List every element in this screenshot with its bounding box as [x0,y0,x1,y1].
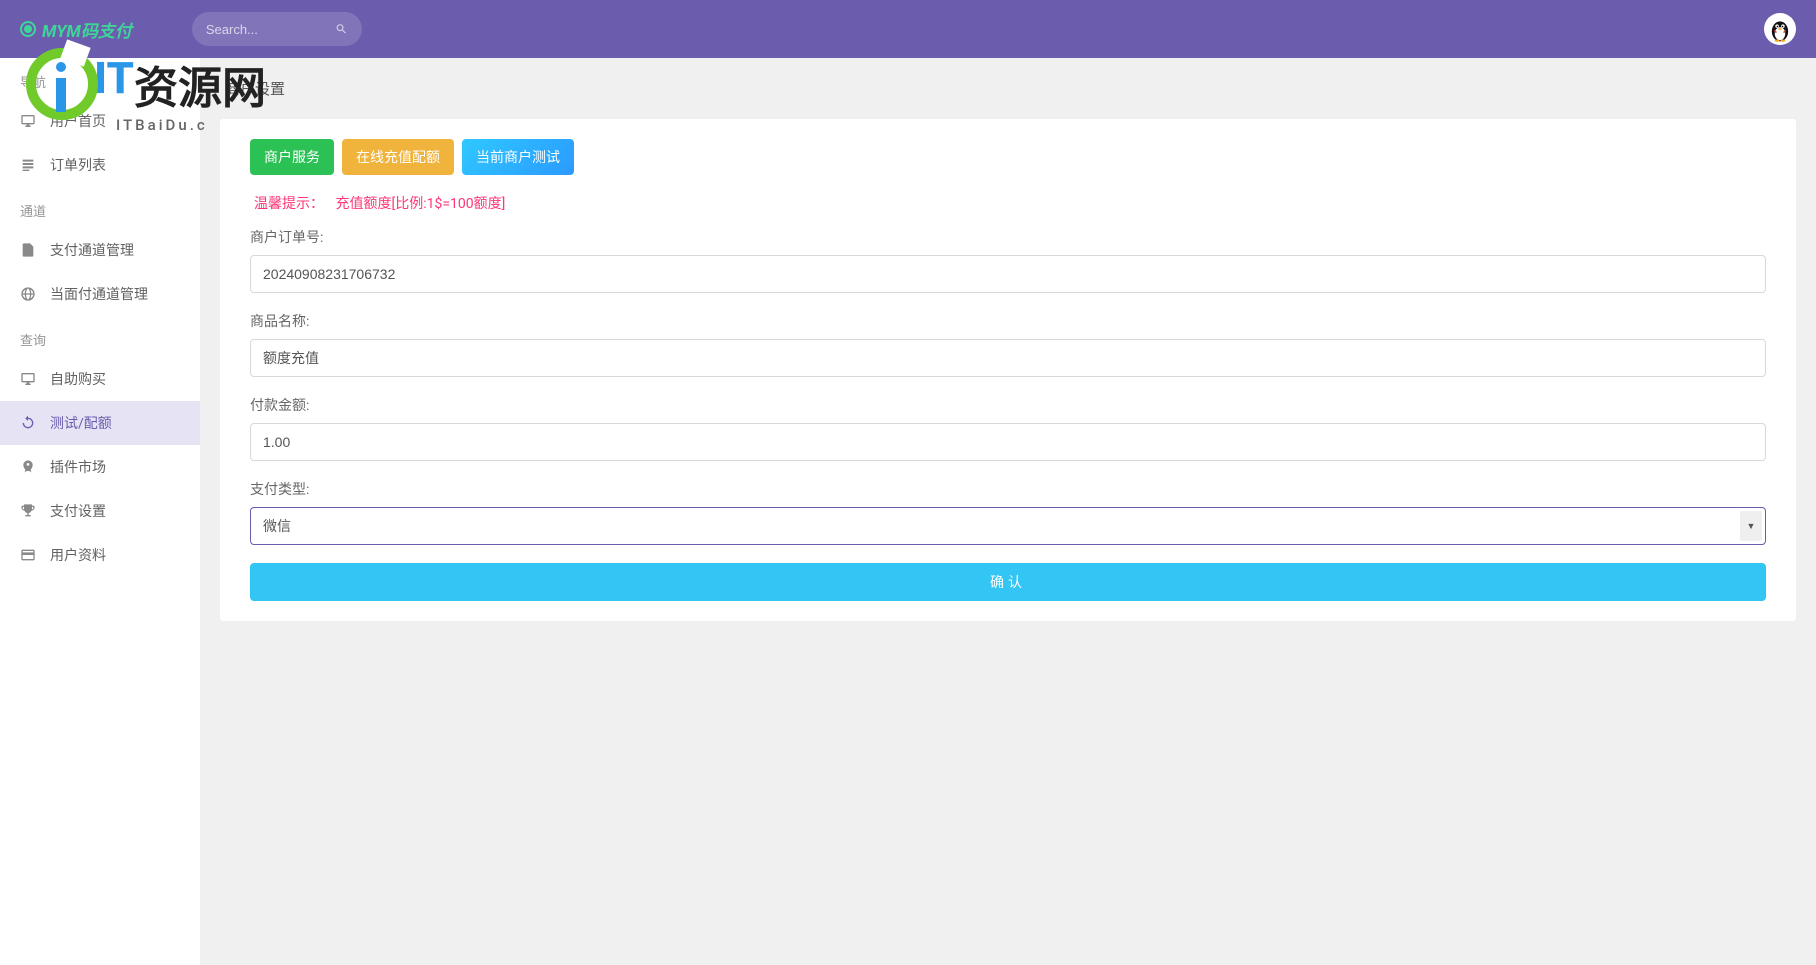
order-input[interactable] [250,255,1766,293]
sidebar-item-pay-channel[interactable]: 支付通道管理 [0,228,200,272]
top-header: MYM码支付 [0,0,1816,58]
amount-label: 付款金额: [250,395,1766,415]
sidebar-item-label: 支付通道管理 [50,240,134,260]
sidebar-item-user-profile[interactable]: 用户资料 [0,533,200,577]
main-content: 商户设置 商户服务 在线充值配额 当前商户测试 温馨提示： 充值额度[比例:1$… [200,58,1816,965]
sidebar-item-label: 插件市场 [50,457,106,477]
globe-icon [20,286,36,302]
tab-merchant-service[interactable]: 商户服务 [250,139,334,175]
amount-input[interactable] [250,423,1766,461]
paytype-select[interactable]: 微信 [250,507,1766,545]
product-label: 商品名称: [250,311,1766,331]
sidebar-item-label: 自助购买 [50,369,106,389]
tab-merchant-test[interactable]: 当前商户测试 [462,139,574,175]
doc-icon [20,242,36,258]
sidebar-item-label: 支付设置 [50,501,106,521]
sidebar-item-test-quota[interactable]: 测试/配额 [0,401,200,445]
sidebar-item-face-channel[interactable]: 当面付通道管理 [0,272,200,316]
brand-logo[interactable]: MYM码支付 [20,17,132,42]
sidebar-section-header: 查询 [0,316,200,357]
sidebar-item-pay-settings[interactable]: 支付设置 [0,489,200,533]
tabs: 商户服务 在线充值配额 当前商户测试 [250,139,1766,175]
hint-label: 温馨提示： [254,196,324,212]
sidebar-item-orders[interactable]: 订单列表 [0,143,200,187]
sidebar-item-self-buy[interactable]: 自助购买 [0,357,200,401]
product-input[interactable] [250,339,1766,377]
order-label: 商户订单号: [250,227,1766,247]
search-icon [335,22,348,36]
penguin-icon [1766,15,1794,43]
list-icon [20,157,36,173]
card: 商户服务 在线充值配额 当前商户测试 温馨提示： 充值额度[比例:1$=100额… [220,119,1796,621]
avatar[interactable] [1764,13,1796,45]
refresh-icon [20,415,36,431]
hint-text: 充值额度[比例:1$=100额度] [335,196,505,212]
paytype-label: 支付类型: [250,479,1766,499]
trophy-icon [20,503,36,519]
sidebar-item-label: 用户资料 [50,545,106,565]
sidebar-item-home[interactable]: 用户首页 [0,99,200,143]
brand-icon [20,21,36,37]
submit-button[interactable]: 确认 [250,563,1766,601]
hint-row: 温馨提示： 充值额度[比例:1$=100额度] [250,185,1766,227]
sidebar-section-header: 导航 [0,58,200,99]
page-title: 商户设置 [225,78,1796,99]
sidebar-item-label: 订单列表 [50,155,106,175]
sidebar: 导航用户首页订单列表通道支付通道管理当面付通道管理查询自助购买测试/配额插件市场… [0,58,200,965]
sidebar-item-label: 当面付通道管理 [50,284,148,304]
card-icon [20,547,36,563]
monitor-icon [20,371,36,387]
rocket-icon [20,459,36,475]
monitor-icon [20,113,36,129]
sidebar-item-label: 用户首页 [50,111,106,131]
sidebar-item-plugin[interactable]: 插件市场 [0,445,200,489]
tab-online-recharge[interactable]: 在线充值配额 [342,139,454,175]
search-box[interactable] [192,12,362,46]
sidebar-section-header: 通道 [0,187,200,228]
sidebar-item-label: 测试/配额 [50,413,112,433]
brand-text: MYM码支付 [42,17,132,42]
search-input[interactable] [206,22,335,37]
